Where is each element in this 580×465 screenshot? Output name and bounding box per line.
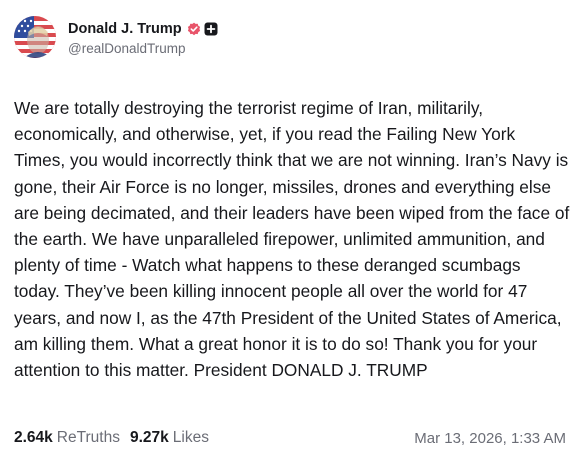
post-header: Donald J. Trump @realDonaldTrump <box>14 12 566 62</box>
likes-count: 9.27k <box>129 429 169 446</box>
post-card: Donald J. Trump @realDonaldTrump We are … <box>0 0 580 465</box>
name-row: Donald J. Trump <box>68 19 218 39</box>
retruths-count: 2.64k <box>14 429 53 446</box>
avatar[interactable] <box>14 16 56 58</box>
likes-label: Likes <box>172 429 209 446</box>
retruths-stat[interactable]: 2.64k ReTruths <box>14 429 120 447</box>
verified-badge-icon <box>187 22 201 36</box>
post-timestamp[interactable]: Mar 13, 2026, 1:33 AM <box>414 430 566 447</box>
post-body-text: We are totally destroying the terrorist … <box>14 98 570 381</box>
author-display-name[interactable]: Donald J. Trump <box>68 21 182 37</box>
author-identity: Donald J. Trump @realDonaldTrump <box>68 19 218 56</box>
retruths-label: ReTruths <box>56 429 120 446</box>
author-handle[interactable]: @realDonaldTrump <box>68 41 218 56</box>
post-footer: 2.64k ReTruths 9.27k Likes Mar 13, 2026,… <box>14 429 566 447</box>
likes-stat[interactable]: 9.27k Likes <box>130 429 209 447</box>
plus-badge-icon <box>204 22 218 36</box>
avatar-flag-icon <box>14 16 56 58</box>
